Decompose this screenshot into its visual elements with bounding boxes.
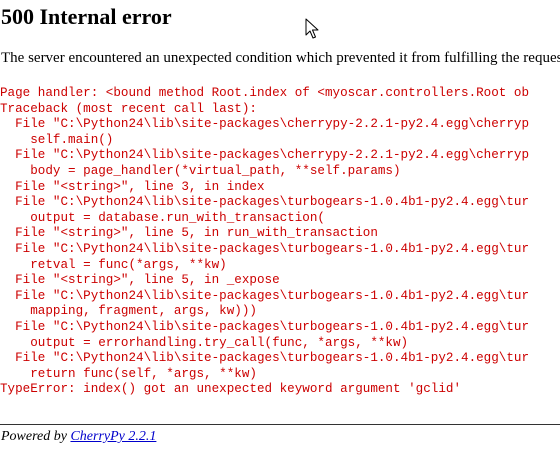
traceback-line: File "C:\Python24\lib\site-packages\cher…: [0, 117, 530, 132]
traceback-line: Page handler: <bound method Root.index o…: [0, 86, 530, 100]
traceback-error-line: TypeError: index() got an unexpected key…: [0, 382, 462, 397]
traceback-line: File "<string>", line 5, in run_with_tra…: [0, 226, 378, 241]
traceback-line: return func(self, *args, **kw): [0, 366, 257, 381]
traceback-line: output = errorhandling.try_call(func, *a…: [0, 335, 409, 350]
traceback-line: File "C:\Python24\lib\site-packages\turb…: [0, 195, 530, 210]
footer: Powered by CherryPy 2.2.1: [1, 427, 156, 447]
footer-divider: [0, 424, 560, 425]
traceback-line: File "C:\Python24\lib\site-packages\turb…: [0, 351, 530, 366]
traceback-line: body = page_handler(*virtual_path, **sel…: [0, 163, 401, 178]
traceback-line: Traceback (most recent call last):: [0, 101, 257, 116]
traceback-line: File "<string>", line 3, in index: [0, 179, 265, 194]
cherrypy-link[interactable]: CherryPy 2.2.1: [70, 429, 156, 444]
traceback-line: File "C:\Python24\lib\site-packages\turb…: [0, 319, 530, 334]
traceback-line: mapping, fragment, args, kw))): [0, 304, 257, 319]
arrow-pointer-icon: [305, 18, 319, 39]
traceback-line: retval = func(*args, **kw): [0, 257, 227, 272]
traceback-line: File "<string>", line 5, in _expose: [0, 273, 280, 288]
traceback-line: File "C:\Python24\lib\site-packages\cher…: [0, 148, 530, 163]
traceback-line: self.main(): [0, 132, 114, 147]
traceback-line: output = database.run_with_transaction(: [0, 210, 325, 225]
traceback-line: File "C:\Python24\lib\site-packages\turb…: [0, 288, 530, 303]
error-message: The server encountered an unexpected con…: [1, 50, 560, 66]
powered-by-label: Powered by: [1, 429, 67, 444]
traceback-line: File "C:\Python24\lib\site-packages\turb…: [0, 241, 530, 256]
traceback-block: Page handler: <bound method Root.index o…: [0, 86, 529, 398]
error-page: 500 Internal error The server encountere…: [0, 0, 560, 452]
page-title: 500 Internal error: [1, 4, 172, 29]
